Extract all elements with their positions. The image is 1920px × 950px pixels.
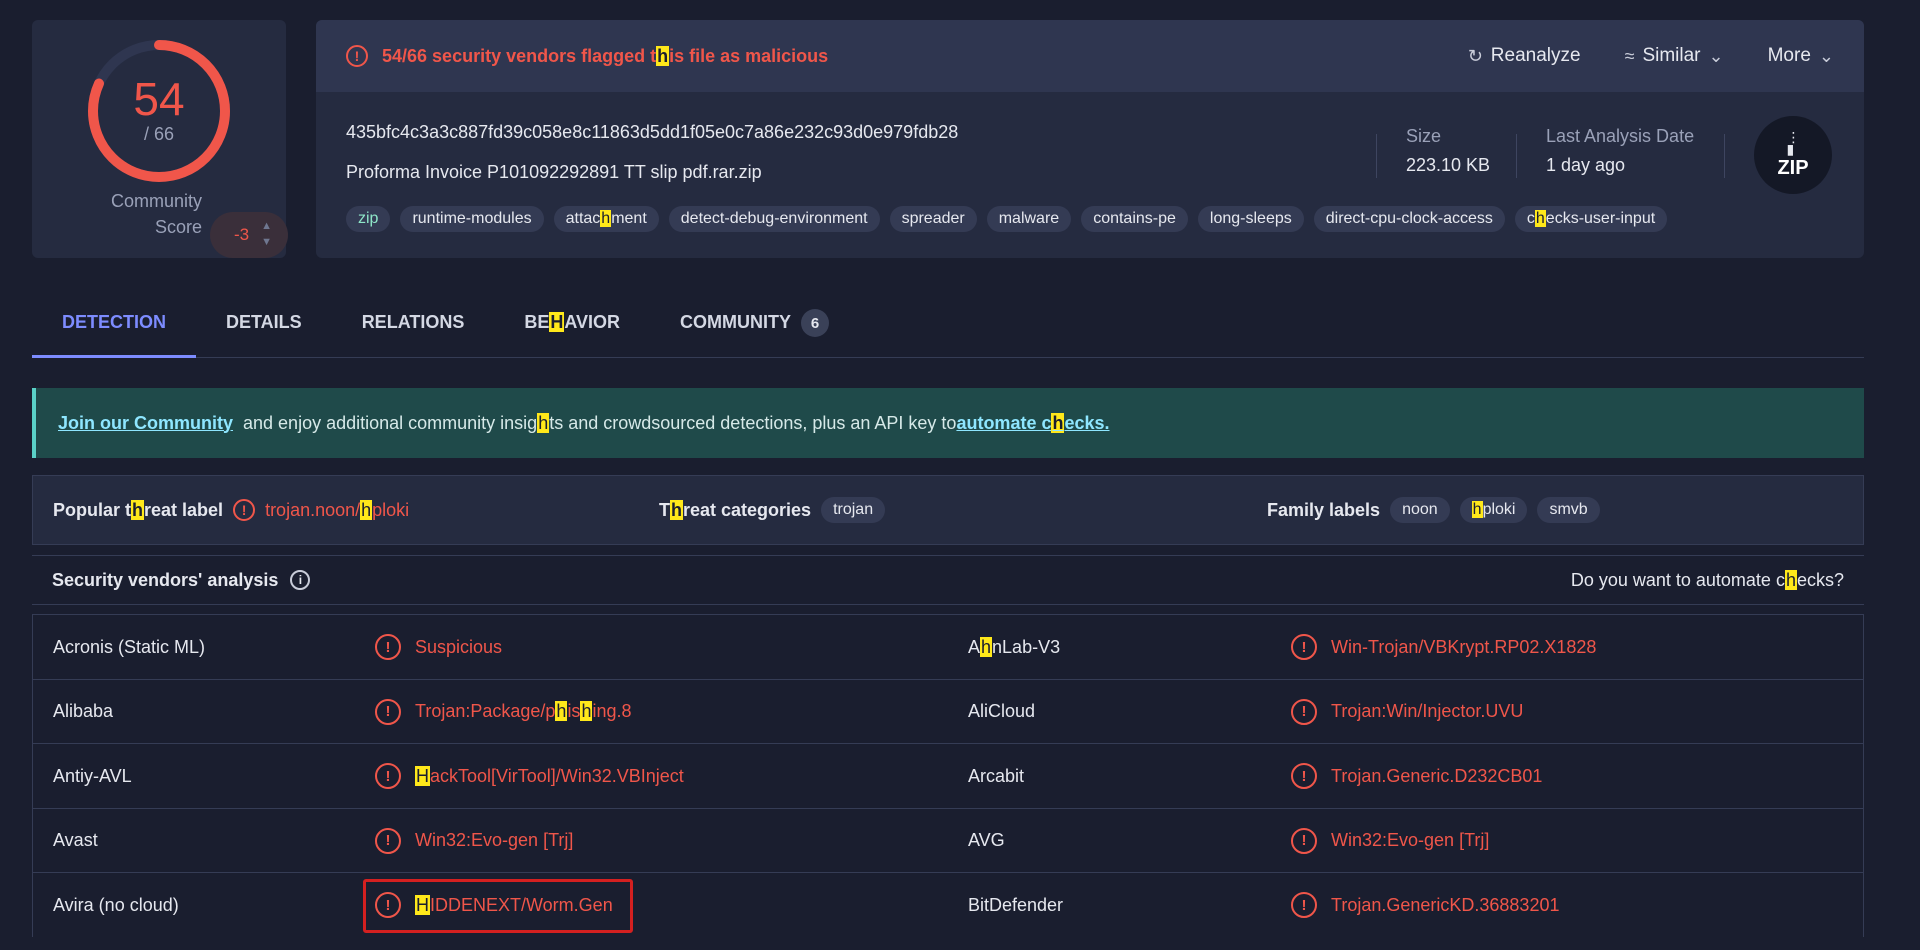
reanalyze-button[interactable]: ↻ Reanalyze	[1468, 45, 1581, 67]
vendor-row: Avast ! Win32:Evo-gen [Trj] AVG ! Win32:Evo-g…	[33, 807, 1863, 873]
divider	[1376, 134, 1377, 178]
alert-icon: !	[1291, 827, 1317, 854]
file-tag[interactable]: detect-debug-environment	[668, 206, 880, 232]
file-tag[interactable]: malware	[986, 206, 1072, 232]
tab-relations[interactable]: RELATIONS	[332, 292, 495, 358]
vendor-row: Antiy-AVL ! HackTool[VirTool]/Win32.VBInje…	[33, 743, 1863, 808]
file-tag[interactable]: checks-user-input	[1514, 206, 1668, 232]
vendor-result[interactable]: ! Trojan:Win/Injector.UVU	[1291, 680, 1523, 744]
vendor-result[interactable]: ! Win32:Evo-gen [Trj]	[1291, 809, 1489, 873]
popular-threat-value[interactable]: trojan.noon/hploki	[265, 499, 409, 521]
banner-text: and enjoy additional community insights …	[238, 412, 957, 433]
automate-checks-prompt[interactable]: Do you want to automate checks?	[1571, 569, 1844, 591]
highlight-box	[363, 879, 633, 933]
divider	[1516, 134, 1517, 178]
vendor-result[interactable]: ! HackTool[VirTool]/Win32.VBInject	[375, 744, 684, 808]
detection-score-card: 54 / 66 Community Score -3 ▲ ▼	[32, 20, 288, 258]
vendor-result[interactable]: ! Trojan.GenericKD.36883201	[1291, 873, 1559, 937]
vendors-table: Acronis (Static ML) ! Suspicious AhnLab-V3!…	[32, 614, 1864, 937]
file-name: Proforma Invoice P101092292891 TT slip p…	[346, 162, 762, 182]
file-type-badge: ⋮ ▮ ZIP	[1754, 116, 1832, 194]
vendor-name: Alibaba	[53, 701, 114, 721]
similar-button[interactable]: ≈ Similar ⌄	[1625, 45, 1724, 67]
vendor-result[interactable]: ! Trojan.Generic.D232CB01	[1291, 744, 1542, 808]
threat-labels-row: Popular threat label ! trojan.noon/hplok…	[32, 475, 1864, 545]
vendor-name: Antiy-AVL	[53, 765, 132, 786]
vendor-name: AVG	[968, 830, 1005, 850]
alert-icon: !	[375, 698, 401, 725]
vendor-result[interactable]: ! Suspicious	[375, 615, 502, 679]
vendors-analysis-header: Security vendors' analysis i Do you want…	[32, 555, 1864, 605]
file-summary-card: ! 54/66 security vendors flagged this fi…	[316, 20, 1864, 258]
file-tag[interactable]: attachment	[553, 206, 659, 232]
tab-details[interactable]: DETAILS	[196, 292, 332, 358]
community-score-value: -3	[234, 225, 250, 244]
upvote-icon[interactable]: ▲	[261, 220, 272, 232]
family-pill[interactable]: hploki	[1459, 497, 1528, 523]
category-pill[interactable]: trojan	[821, 497, 886, 523]
chevron-down-icon: ⌄	[1818, 45, 1834, 66]
vendor-name: Acronis (Static ML)	[53, 636, 206, 657]
alert-icon: !	[346, 45, 368, 67]
file-tag[interactable]: long-sleeps	[1197, 206, 1304, 232]
info-icon[interactable]: i	[290, 570, 311, 590]
vendor-row: Avira (no cloud)! HIDDENEXT/Worm.Gen BitDe…	[33, 872, 1863, 937]
alert-icon: !	[1291, 698, 1317, 725]
vendor-name: AliCloud	[968, 701, 1036, 721]
file-tag[interactable]: direct-cpu-clock-access	[1313, 206, 1505, 232]
verdict-header: ! 54/66 security vendors flagged this fi…	[316, 20, 1864, 92]
alert-icon: !	[1291, 892, 1317, 918]
alert-icon: !	[1291, 634, 1317, 660]
community-banner: Join our Community and enjoy additional …	[32, 388, 1864, 458]
family-pill[interactable]: noon	[1390, 497, 1450, 523]
alert-icon: !	[1291, 763, 1317, 789]
family-labels: Family labels noon hploki smvb	[1267, 497, 1600, 523]
file-tag[interactable]: contains-pe	[1081, 206, 1188, 232]
vendor-result[interactable]: ! Win-Trojan/VBKrypt.RP02.X1828	[1291, 615, 1596, 679]
community-score-widget[interactable]: -3 ▲ ▼	[210, 212, 288, 258]
zipper-icon: ⋮ ▮	[1786, 128, 1801, 157]
popular-threat-label: Popular threat label ! trojan.noon/hplok…	[53, 499, 410, 521]
more-button[interactable]: More ⌄	[1768, 45, 1834, 67]
detection-count: 54	[133, 73, 185, 125]
last-analysis-date: Last Analysis Date 1 day ago	[1546, 126, 1695, 175]
detection-total: / 66	[143, 124, 175, 144]
similar-icon: ≈	[1624, 45, 1635, 66]
alert-icon: !	[375, 827, 401, 854]
tab-behavior[interactable]: BEHAVIOR	[494, 292, 650, 358]
join-community-link[interactable]: Join our Community	[58, 413, 233, 434]
alert-icon: !	[375, 763, 401, 789]
vendor-row: Alibaba ! Trojan:Package/phishing.8 AliClou…	[33, 678, 1863, 744]
vendor-result[interactable]: ! Win32:Evo-gen [Trj]	[375, 809, 573, 873]
file-tag[interactable]: spreader	[889, 206, 977, 232]
file-tags: zip runtime-modules attachment detect-debug…	[346, 206, 1668, 232]
vendor-name: Avira (no cloud)	[53, 894, 179, 915]
downvote-icon[interactable]: ▼	[261, 236, 272, 248]
vendor-name: BitDefender	[968, 894, 1064, 915]
threat-categories: Threat categories trojan	[659, 497, 886, 523]
divider	[1724, 134, 1725, 178]
vendors-analysis-title: Security vendors' analysis	[52, 569, 279, 590]
file-size: Size 223.10 KB	[1406, 126, 1491, 175]
file-hash[interactable]: 435bfc4c3a3c887fd39c058e8c11863d5dd1f05e…	[346, 122, 958, 143]
vendor-name: AhnLab-V3	[968, 636, 1061, 657]
community-score-label: Community Score	[110, 191, 202, 237]
community-count-badge: 6	[801, 309, 830, 337]
tab-detection[interactable]: DETECTION	[32, 292, 197, 358]
vendor-row: Acronis (Static ML) ! Suspicious AhnLab-V3!…	[33, 614, 1863, 679]
automate-checks-link[interactable]: automate checks.	[956, 412, 1110, 434]
alert-icon: !	[375, 634, 401, 660]
vendor-result[interactable]: ! Trojan:Package/phishing.8	[375, 680, 632, 744]
refresh-icon: ↻	[1467, 45, 1483, 66]
chevron-down-icon: ⌄	[1708, 45, 1724, 66]
alert-icon: !	[233, 499, 256, 521]
vendor-name: Arcabit	[968, 765, 1025, 786]
tab-community[interactable]: COMMUNITY 6	[650, 292, 859, 358]
main-tabs: DETECTION DETAILS RELATIONS BEHAVIOR COM…	[32, 292, 1864, 358]
file-tag[interactable]: zip	[346, 206, 391, 232]
family-pill[interactable]: smvb	[1537, 497, 1600, 523]
verdict-text: 54/66 security vendors flagged this file…	[382, 45, 829, 66]
file-tag[interactable]: runtime-modules	[400, 206, 544, 232]
vendor-name: Avast	[53, 830, 98, 850]
